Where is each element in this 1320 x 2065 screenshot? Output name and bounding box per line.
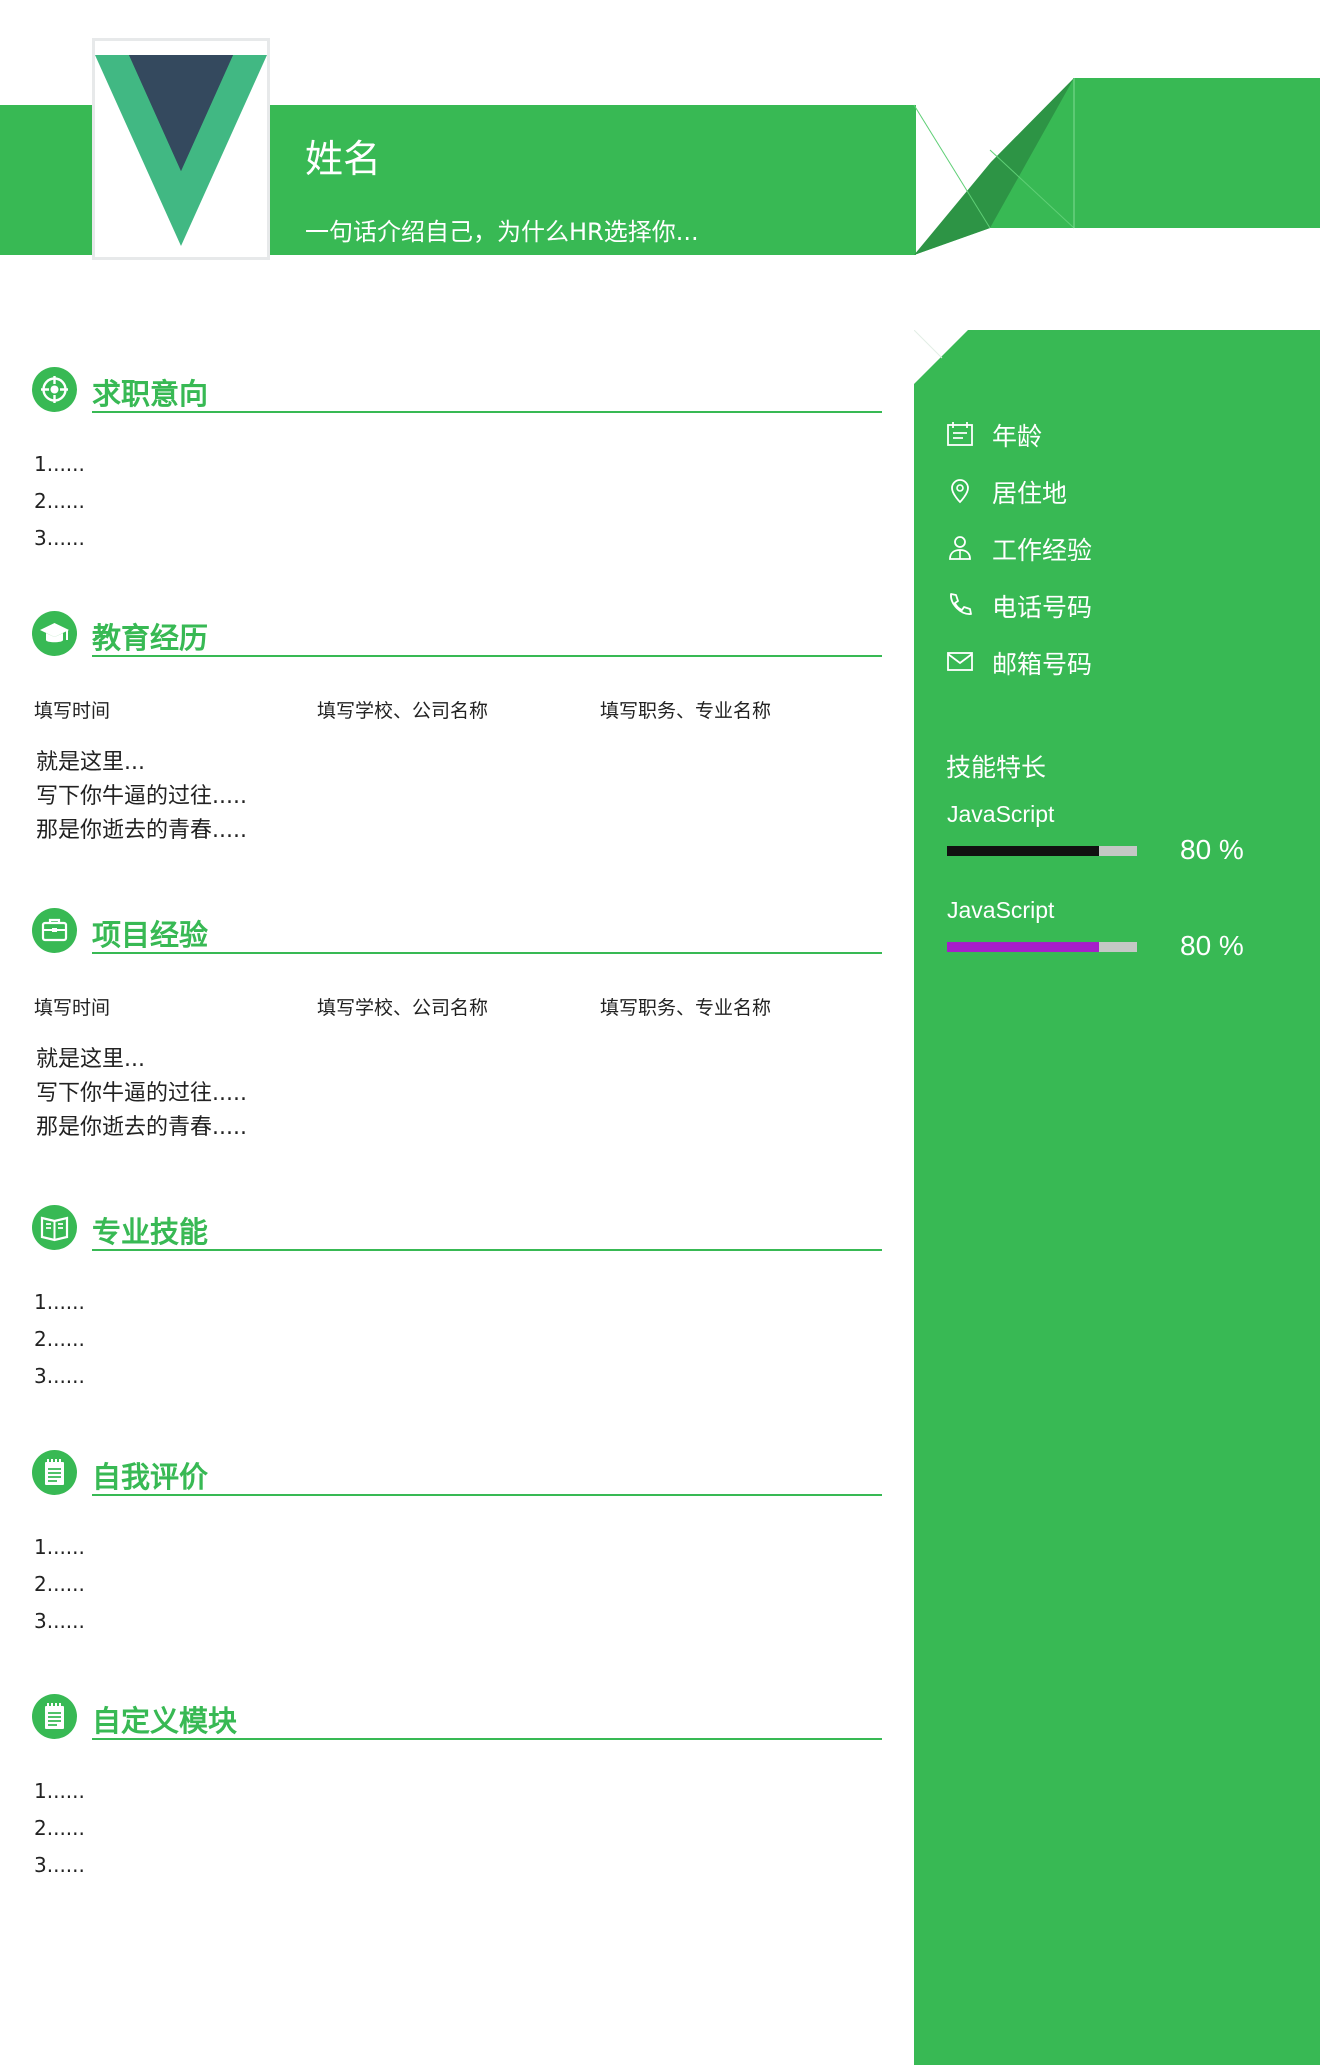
briefcase-icon	[32, 908, 77, 953]
info-label: 年龄	[992, 422, 1043, 451]
location-pin-icon	[951, 479, 969, 504]
calendar-icon	[947, 422, 973, 446]
list-item[interactable]: 1......	[34, 1535, 85, 1559]
time-column[interactable]: 填写时间	[34, 696, 110, 723]
section-divider	[92, 655, 882, 657]
info-label: 工作经验	[992, 536, 1093, 565]
skill-progress-bar	[947, 942, 1137, 952]
list-item[interactable]: 3......	[34, 1853, 85, 1877]
list-item[interactable]: 1......	[34, 1779, 85, 1803]
phone-icon	[950, 593, 972, 615]
header-decoration	[913, 78, 1075, 255]
candidate-name[interactable]: 姓名	[305, 128, 381, 183]
section-divider	[92, 411, 882, 413]
list-item[interactable]: 3......	[34, 1364, 85, 1388]
sidebar-corner-notch	[914, 330, 968, 384]
description-line[interactable]: 写下你牛逼的过往.....	[36, 778, 247, 810]
book-icon	[32, 1205, 77, 1250]
vue-logo-icon	[95, 55, 267, 246]
list-item[interactable]: 2......	[34, 1572, 85, 1596]
section-title[interactable]: 求职意向	[92, 371, 208, 413]
organization-column[interactable]: 填写学校、公司名称	[317, 696, 488, 723]
list-item[interactable]: 2......	[34, 1816, 85, 1840]
section-divider	[92, 1738, 882, 1740]
section-divider	[92, 1494, 882, 1496]
list-item[interactable]: 3......	[34, 1609, 85, 1633]
info-label: 居住地	[992, 479, 1068, 508]
skill-progress-fill	[947, 942, 1099, 952]
section-title[interactable]: 自我评价	[92, 1454, 208, 1496]
avatar[interactable]	[92, 38, 270, 260]
description-line[interactable]: 就是这里...	[36, 1041, 145, 1073]
list-item[interactable]: 2......	[34, 1327, 85, 1351]
section-title[interactable]: 教育经历	[92, 615, 208, 657]
section-title[interactable]: 项目经验	[92, 912, 208, 954]
list-item[interactable]: 1......	[34, 1290, 85, 1314]
target-icon	[32, 367, 77, 412]
section-title[interactable]: 自定义模块	[92, 1698, 237, 1740]
skill-percent: 80 %	[1180, 930, 1244, 961]
position-column[interactable]: 填写职务、专业名称	[600, 696, 771, 723]
section-divider	[92, 1249, 882, 1251]
sidebar	[914, 330, 1320, 2065]
notepad-icon	[32, 1694, 77, 1739]
header-decoration-band	[1073, 78, 1320, 228]
skill-name[interactable]: JavaScript	[947, 897, 1054, 924]
description-line[interactable]: 就是这里...	[36, 744, 145, 776]
section-divider	[92, 952, 882, 954]
skills-heading[interactable]: 技能特长	[946, 748, 1046, 784]
description-line[interactable]: 写下你牛逼的过往.....	[36, 1075, 247, 1107]
info-label: 电话号码	[992, 593, 1093, 622]
skill-progress-fill	[947, 846, 1099, 856]
skill-percent: 80 %	[1180, 834, 1244, 865]
position-column[interactable]: 填写职务、专业名称	[600, 993, 771, 1020]
notepad-icon	[32, 1450, 77, 1495]
time-column[interactable]: 填写时间	[34, 993, 110, 1020]
list-item[interactable]: 2......	[34, 489, 85, 513]
briefcase-people-icon	[949, 536, 971, 560]
description-line[interactable]: 那是你逝去的青春.....	[36, 1109, 247, 1141]
description-line[interactable]: 那是你逝去的青春.....	[36, 812, 247, 844]
candidate-intro[interactable]: 一句话介绍自己，为什么HR选择你...	[305, 212, 699, 247]
skill-name[interactable]: JavaScript	[947, 801, 1054, 828]
mail-icon	[947, 652, 973, 671]
list-item[interactable]: 1......	[34, 452, 85, 476]
list-item[interactable]: 3......	[34, 526, 85, 550]
graduation-cap-icon	[32, 611, 77, 656]
organization-column[interactable]: 填写学校、公司名称	[317, 993, 488, 1020]
info-label: 邮箱号码	[992, 650, 1093, 679]
section-title[interactable]: 专业技能	[92, 1209, 208, 1251]
skill-progress-bar	[947, 846, 1137, 856]
